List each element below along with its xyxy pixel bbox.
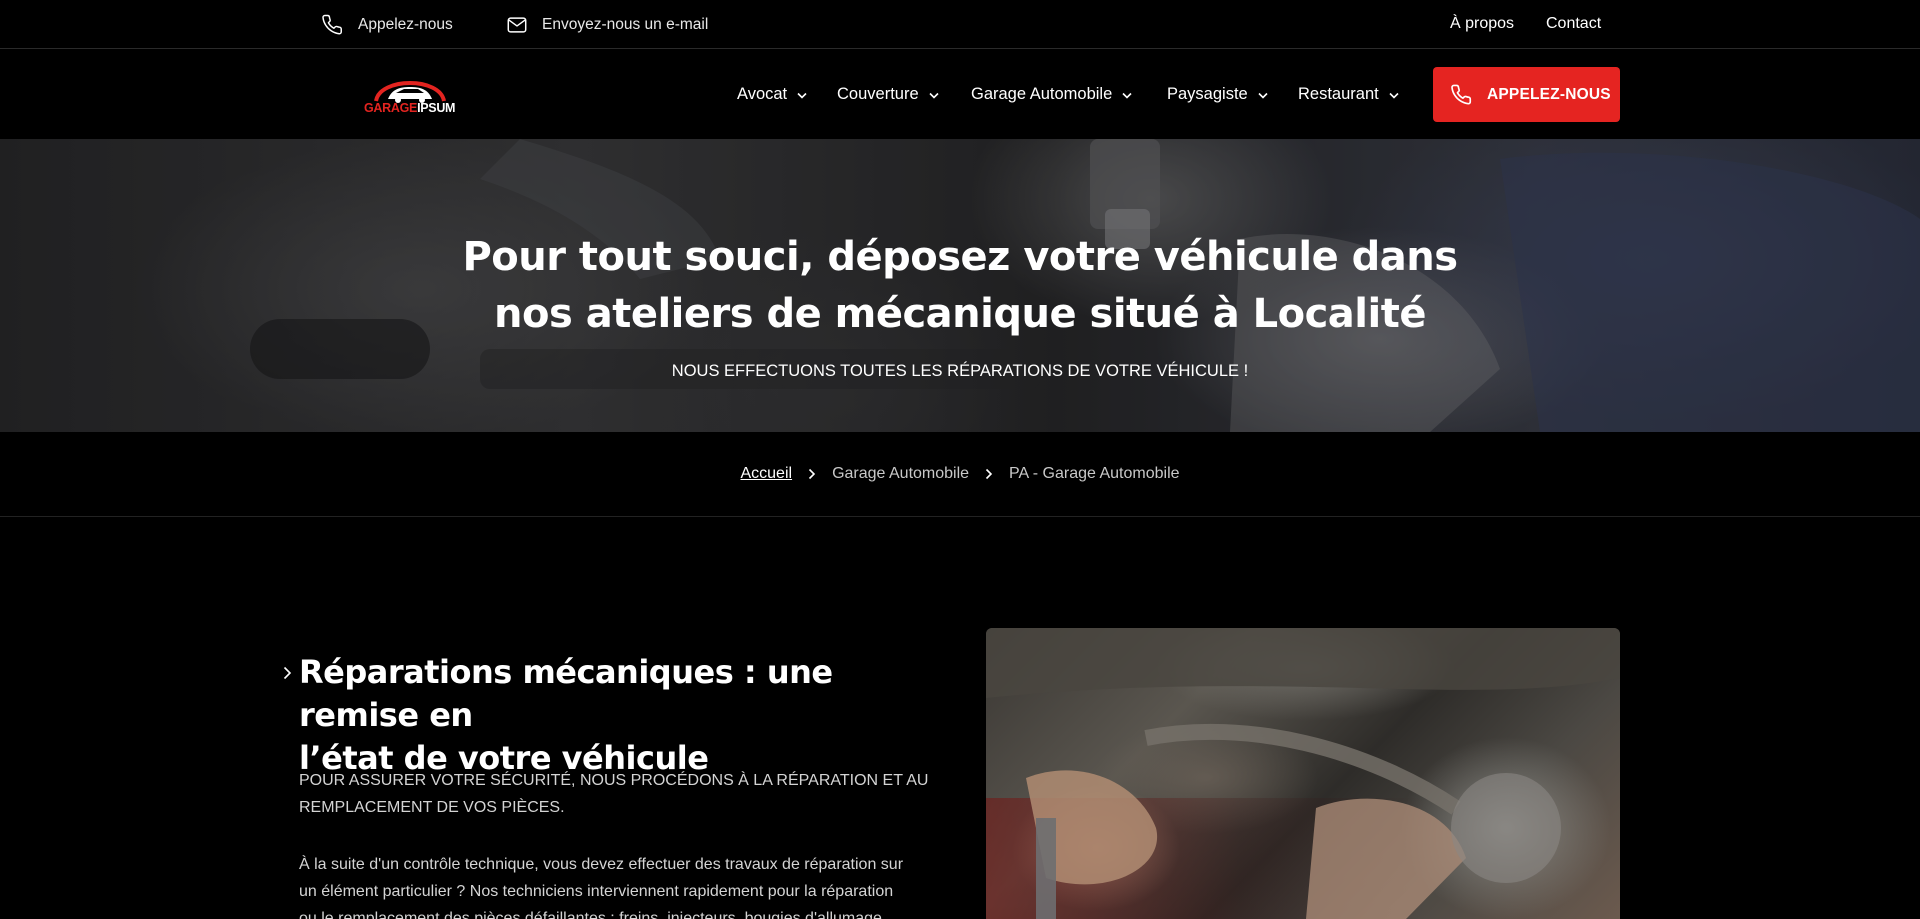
breadcrumb-current: PA - Garage Automobile: [1009, 465, 1180, 482]
email-link[interactable]: Envoyez-nous un e-mail: [506, 0, 708, 49]
nav-item-couverture[interactable]: Couverture: [837, 49, 939, 139]
about-link[interactable]: À propos: [1450, 0, 1514, 47]
phone-label: Appelez-nous: [358, 15, 453, 33]
chevron-right-icon: [283, 666, 292, 685]
phone-icon: [1451, 84, 1472, 105]
top-bar: Appelez-nous Envoyez-nous un e-mail À pr…: [0, 0, 1920, 49]
call-us-label: APPELEZ-NOUS: [1487, 85, 1611, 103]
nav-label: Restaurant: [1298, 84, 1379, 103]
nav-item-garage-automobile[interactable]: Garage Automobile: [971, 49, 1132, 139]
nav-item-avocat[interactable]: Avocat: [737, 49, 807, 139]
logo-wordmark: GARAGEIPSUM: [364, 101, 456, 115]
chevron-right-icon: [985, 468, 993, 480]
mechanic-photo: [986, 628, 1620, 919]
breadcrumb-garage-link[interactable]: Garage Automobile: [832, 465, 969, 483]
nav-item-restaurant[interactable]: Restaurant: [1298, 49, 1399, 139]
nav-item-paysagiste[interactable]: Paysagiste: [1167, 49, 1268, 139]
section-body: À la suite d'un contrôle technique, vous…: [299, 856, 904, 919]
phone-link[interactable]: Appelez-nous: [322, 0, 453, 49]
mechanic-photo-shapes: [986, 628, 1620, 919]
nav-label: Avocat: [737, 84, 788, 103]
nav-label: Couverture: [837, 84, 919, 103]
hero-subtitle: NOUS EFFECTUONS TOUTES LES RÉPARATIONS D…: [671, 362, 1249, 380]
contact-link[interactable]: Contact: [1546, 0, 1601, 47]
site-logo[interactable]: GARAGEIPSUM: [362, 71, 458, 119]
section-lead: POUR ASSURER VOTRE SÉCURITÉ, NOUS PROCÉD…: [299, 772, 929, 816]
call-us-button[interactable]: APPELEZ-NOUS: [1433, 67, 1620, 122]
email-label: Envoyez-nous un e-mail: [542, 15, 709, 33]
chevron-down-icon: [1258, 85, 1268, 104]
mail-icon: [507, 16, 527, 33]
chevron-down-icon: [929, 85, 939, 104]
chevron-down-icon: [1389, 85, 1399, 104]
nav-label: Paysagiste: [1167, 84, 1248, 103]
phone-icon: [322, 14, 342, 34]
section-title: Réparations mécaniques : une remise en l’…: [299, 653, 833, 777]
nav-label: Garage Automobile: [971, 84, 1113, 103]
hero-title: Pour tout souci, déposez votre véhicule …: [462, 234, 1458, 337]
hero-banner: Pour tout souci, déposez votre véhicule …: [0, 139, 1920, 432]
chevron-down-icon: [1122, 85, 1132, 104]
breadcrumb: Accueil Garage Automobile PA - Garage Au…: [0, 432, 1920, 517]
breadcrumb-home-link[interactable]: Accueil: [740, 465, 792, 483]
main-navbar: GARAGEIPSUM Avocat Couverture Garage Aut…: [0, 49, 1920, 139]
car-logo-icon: [374, 81, 446, 103]
chevron-right-icon: [808, 468, 816, 480]
chevron-down-icon: [797, 85, 807, 104]
